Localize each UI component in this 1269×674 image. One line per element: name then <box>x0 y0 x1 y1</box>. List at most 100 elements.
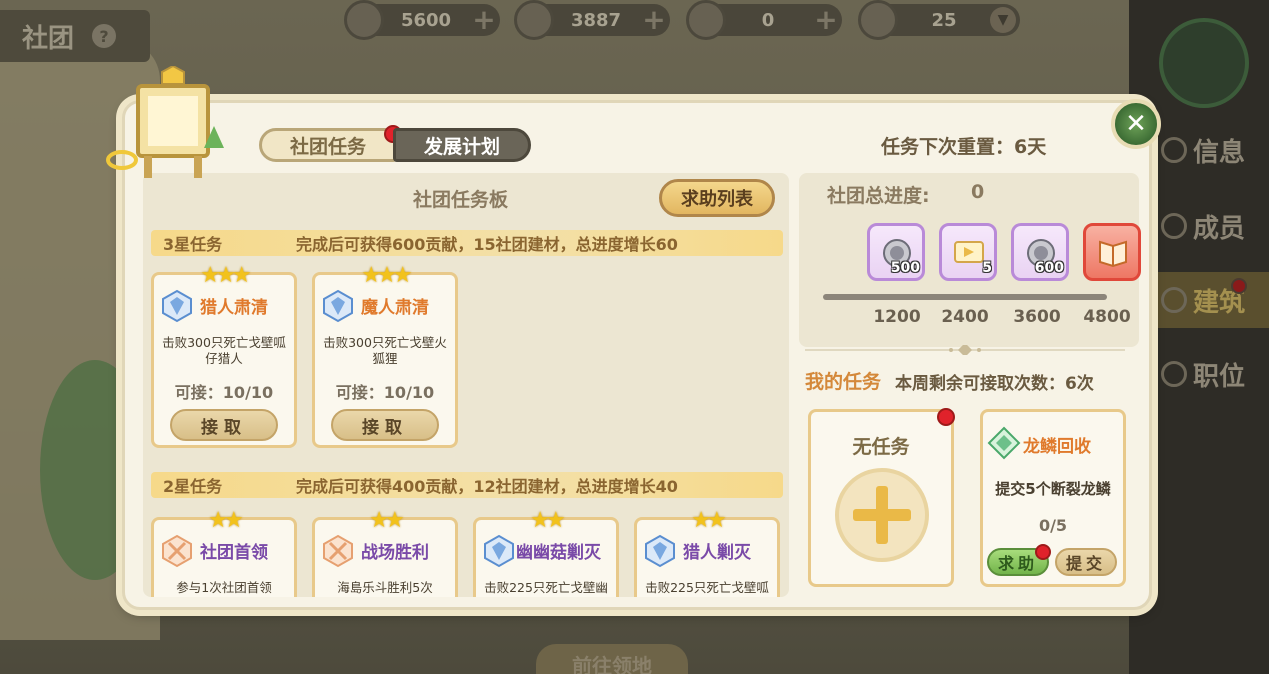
task-description: 参与1次社团首领 <box>176 580 272 595</box>
task-progress: 0/5 <box>1038 516 1068 535</box>
currency-blue: 3887 + <box>514 0 670 40</box>
close-button[interactable]: ✕ <box>1111 99 1161 149</box>
task-description: 海島乐斗胜利5次 <box>337 580 433 595</box>
sidebar-item-label: 信息 <box>1193 137 1246 168</box>
sidebar-item-members[interactable]: 成员 <box>1147 198 1269 254</box>
tab-label: 发展计划 <box>424 135 501 158</box>
task-board: 社团任务板 求助列表 3星任务 完成后可获得600贡献，15社团建材，总进度增长… <box>143 173 789 597</box>
task-card[interactable]: ★★ 幽幽菇剿灭 击败225只死亡戈壁幽 <box>473 508 619 597</box>
section-divider <box>805 345 1125 355</box>
task-name: 社团首领 <box>200 543 268 563</box>
position-icon <box>1161 361 1187 387</box>
task-description: 击败225只死亡戈壁幽 <box>484 580 608 595</box>
task-description: 击败300只死亡戈壁火狐狸 <box>323 335 447 366</box>
book-icon <box>1099 240 1127 268</box>
notification-badge <box>1035 544 1051 560</box>
task-card[interactable]: ★★★ 猎人肃清 击败300只死亡戈壁呱仔猎人 可接：10/10 接取 <box>151 263 297 448</box>
accept-button[interactable]: 接取 <box>170 409 278 441</box>
progress-threshold: 4800 <box>1083 307 1131 327</box>
my-tasks-title: 我的任务 <box>805 371 882 393</box>
dialog-tabs: 社团任务 发展计划 <box>259 125 532 162</box>
add-icon[interactable] <box>835 468 929 562</box>
compass-icon[interactable] <box>1159 18 1249 108</box>
task-card[interactable]: ★★ 猎人剿灭 击败225只死亡戈壁呱 <box>634 508 780 597</box>
task-card[interactable]: ★★ 社团首领 参与1次社团首领 <box>151 508 297 597</box>
sidebar-item-position[interactable]: 职位 <box>1147 346 1269 402</box>
sidebar-item-info[interactable]: 信息 <box>1147 122 1269 178</box>
task-card[interactable]: ★★★ 魔人肃清 击败300只死亡戈壁火狐狸 可接：10/10 接取 <box>312 263 458 448</box>
tier-reward: 完成后可获得400贡献，12社团建材，总进度增长40 <box>296 477 678 496</box>
empty-task-slot[interactable]: 无任务 <box>808 408 955 587</box>
star-rating-icon: ★★ <box>530 508 565 533</box>
task-name: 幽幽菇剿灭 <box>516 543 601 563</box>
crossed-swords-emblem-icon <box>162 534 192 568</box>
tier-name: 3星任务 <box>163 235 223 254</box>
progress-threshold: 3600 <box>1013 307 1061 327</box>
progress-threshold: 2400 <box>941 307 989 327</box>
add-currency-button[interactable]: + <box>638 6 670 34</box>
club-title-label: 社团 <box>22 23 75 54</box>
sidebar-item-label: 职位 <box>1193 361 1246 392</box>
club-progress-panel: 社团总进度: 0 500 5 600 1200 2400 3600 4800 <box>799 173 1141 347</box>
help-icon[interactable]: ? <box>92 24 117 48</box>
close-icon: ✕ <box>1125 109 1147 139</box>
task-name: 龙鳞回收 <box>1023 437 1091 457</box>
task-availability: 可接：10/10 <box>174 383 274 402</box>
crystal-emblem-icon <box>323 289 353 323</box>
dragon-scale-emblem-icon <box>987 426 1021 460</box>
reward-chest[interactable]: 500 <box>867 223 925 281</box>
task-name: 战场胜利 <box>361 543 429 563</box>
board-title: 社团任务板 <box>413 189 509 211</box>
task-name: 魔人肃清 <box>361 298 429 318</box>
tab-development-plan[interactable]: 发展计划 <box>393 128 532 162</box>
crystal-emblem-icon <box>484 534 514 568</box>
task-card[interactable]: ★★ 战场胜利 海島乐斗胜利5次 <box>312 508 458 597</box>
silver-medal-icon <box>344 0 384 40</box>
goto-territory-button[interactable]: 前往领地 <box>536 644 688 674</box>
task-description: 击败300只死亡戈壁呱仔猎人 <box>162 335 286 366</box>
tab-club-tasks[interactable]: 社团任务 <box>259 125 403 162</box>
request-help-button[interactable]: 求助 <box>987 544 1051 576</box>
tab-label: 社团任务 <box>290 135 367 158</box>
sidebar-item-label: 成员 <box>1193 213 1246 244</box>
progress-threshold: 1200 <box>873 307 921 327</box>
notice-board-logo-icon <box>106 66 224 178</box>
club-title: 社团 ? <box>0 10 150 62</box>
reward-chest[interactable]: 5 <box>939 223 997 281</box>
active-task-card: 龙鳞回收 提交5个断裂龙鳞 0/5 求助 提交 <box>980 409 1126 587</box>
task-description: 提交5个断裂龙鳞 <box>995 480 1111 498</box>
crossed-swords-emblem-icon <box>323 534 353 568</box>
crystal-emblem-icon <box>645 534 675 568</box>
reward-chest[interactable] <box>1083 223 1141 281</box>
ticket-icon <box>954 241 984 263</box>
task-name: 猎人肃清 <box>200 298 268 318</box>
star-rating-icon: ★★ <box>691 508 726 533</box>
tier-name: 2星任务 <box>163 477 223 496</box>
gold-coin-icon <box>686 0 726 40</box>
reward-chest[interactable]: 600 <box>1011 223 1069 281</box>
star-rating-icon: ★★★ <box>200 263 251 288</box>
blue-coin-icon <box>514 0 554 40</box>
accept-button[interactable]: 接取 <box>331 409 439 441</box>
submit-button[interactable]: 提交 <box>1055 548 1117 576</box>
info-icon <box>1161 137 1187 163</box>
reset-countdown: 任务下次重置：6天 <box>881 136 1047 158</box>
tier-header-3star: 3星任务 完成后可获得600贡献，15社团建材，总进度增长60 <box>151 230 783 256</box>
button-label: 求助 <box>997 554 1038 573</box>
tier-header-2star: 2星任务 完成后可获得400贡献，12社团建材，总进度增长40 <box>151 472 783 498</box>
club-task-dialog: 社团任务 发展计划 任务下次重置：6天 ✕ 社团任务板 求助列表 3星任务 完成… <box>122 99 1161 610</box>
help-list-button[interactable]: 求助列表 <box>659 179 775 217</box>
add-currency-button[interactable]: + <box>810 6 842 34</box>
currency-gold: 0 + <box>686 0 842 40</box>
star-rating-icon: ★★ <box>369 508 404 533</box>
add-currency-button[interactable]: + <box>468 6 500 34</box>
task-name: 猎人剿灭 <box>683 543 751 563</box>
notification-badge <box>937 408 955 426</box>
chevron-down-icon[interactable]: ▼ <box>990 7 1016 33</box>
currency-gem: 25 ▼ <box>858 0 1020 40</box>
progress-value: 0 <box>971 181 985 203</box>
reward-quantity: 600 <box>1034 260 1064 276</box>
sidebar-item-building[interactable]: 建筑 <box>1147 272 1269 328</box>
task-availability: 可接：10/10 <box>335 383 435 402</box>
reward-quantity: 5 <box>982 260 992 276</box>
